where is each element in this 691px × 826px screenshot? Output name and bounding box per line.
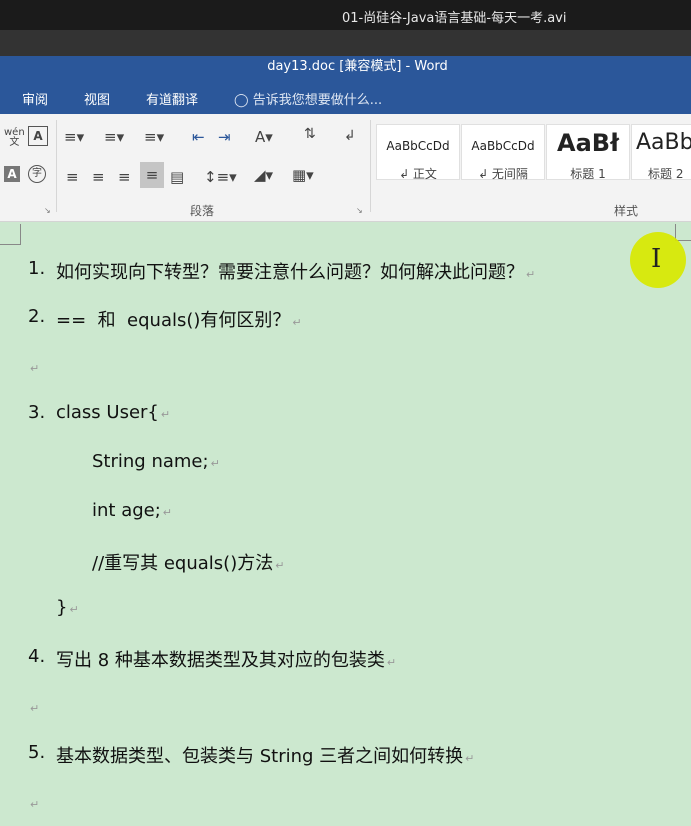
tab-view[interactable]: 视图 bbox=[84, 89, 110, 108]
lightbulb-icon: ◯ bbox=[234, 93, 249, 108]
phonetic-guide-button[interactable]: wén 文 bbox=[4, 128, 25, 148]
character-shading-icon[interactable]: A bbox=[4, 166, 20, 182]
document-title: day13.doc [兼容模式] - Word bbox=[267, 59, 448, 74]
align-left-icon[interactable]: ≡ bbox=[66, 168, 79, 186]
show-marks-icon[interactable]: ↲ bbox=[344, 128, 356, 144]
character-border-icon[interactable]: A bbox=[28, 126, 48, 146]
style-name: 标题 1 bbox=[570, 167, 606, 180]
ribbon-tabs: 审阅 视图 有道翻译 ◯ 告诉我您想要做什么... bbox=[0, 80, 691, 114]
line-spacing-icon[interactable]: ↕≡▾ bbox=[204, 168, 237, 186]
document-page[interactable]: 1. 如何实现向下转型？需要注意什么问题？如何解决此问题？ ↵ 2. == 和 equ… bbox=[0, 222, 691, 826]
ibeam-cursor-icon: I bbox=[651, 244, 662, 274]
bullets-icon[interactable]: ≡▾ bbox=[64, 128, 84, 146]
numbering-icon[interactable]: ≡▾ bbox=[104, 128, 124, 146]
group-separator bbox=[56, 120, 57, 212]
multilevel-list-icon[interactable]: ≡▾ bbox=[144, 128, 164, 146]
video-title: 01-尚硅谷-Java语言基础-每天一考.avi bbox=[342, 11, 567, 26]
doc-line: 3. class User{↵ bbox=[28, 402, 171, 423]
style-preview: AaBł bbox=[557, 129, 619, 157]
paragraph-dialog-launcher-icon[interactable]: ↘ bbox=[356, 206, 363, 215]
style-name: ↲ 无间隔 bbox=[478, 167, 528, 181]
shading-icon[interactable]: ◢▾ bbox=[254, 166, 273, 184]
style-preview: AaBb bbox=[636, 130, 691, 155]
chinese-layout-icon[interactable]: A▾ bbox=[255, 128, 273, 146]
distributed-icon[interactable]: ▤ bbox=[170, 168, 184, 186]
sort-icon[interactable]: ⇅ bbox=[304, 126, 316, 142]
style-name: 标题 2 bbox=[648, 167, 684, 180]
word-title-bar: day13.doc [兼容模式] - Word bbox=[0, 56, 691, 80]
tell-me-placeholder: 告诉我您想要做什么... bbox=[252, 93, 383, 108]
style-preview: AaBbCcDd bbox=[471, 139, 535, 153]
align-right-icon[interactable]: ≡ bbox=[118, 168, 131, 186]
group-separator bbox=[370, 120, 371, 212]
tab-review[interactable]: 审阅 bbox=[22, 89, 48, 108]
style-heading-2[interactable]: AaBb 标题 2 bbox=[631, 124, 691, 180]
doc-line-empty: ↵ bbox=[30, 798, 40, 811]
mouse-cursor-highlight: I bbox=[630, 232, 686, 288]
styles-group-label: 样式 bbox=[614, 204, 639, 218]
borders-icon[interactable]: ▦▾ bbox=[292, 166, 314, 184]
doc-line: String name; ↵ bbox=[92, 451, 220, 472]
decrease-indent-icon[interactable]: ⇤ bbox=[192, 128, 205, 146]
video-title-bar: 01-尚硅谷-Java语言基础-每天一考.avi bbox=[0, 0, 691, 30]
style-heading-1[interactable]: AaBł 标题 1 bbox=[546, 124, 630, 180]
margin-corner-mark bbox=[675, 224, 691, 241]
doc-line: 2. == 和 equals()有何区别？ ↵ bbox=[28, 306, 302, 331]
doc-line: 1. 如何实现向下转型？需要注意什么问题？如何解决此问题？ ↵ bbox=[28, 258, 536, 283]
doc-line-empty: ↵ bbox=[30, 362, 40, 375]
font-dialog-launcher-icon[interactable]: ↘ bbox=[44, 206, 51, 215]
tell-me-box[interactable]: ◯ 告诉我您想要做什么... bbox=[234, 89, 382, 108]
doc-line: } ↵ bbox=[56, 597, 79, 618]
style-no-spacing[interactable]: AaBbCcDd ↲ 无间隔 bbox=[461, 124, 545, 181]
enclose-characters-icon[interactable]: 字 bbox=[28, 165, 46, 183]
doc-line: int age; ↵ bbox=[92, 500, 173, 521]
tab-youdao-translate[interactable]: 有道翻译 bbox=[146, 89, 198, 108]
justify-icon[interactable]: ≡ bbox=[140, 162, 164, 188]
doc-line: 5. 基本数据类型、包装类与 String 三者之间如何转换 ↵ bbox=[28, 742, 475, 767]
ribbon: wén 文 A A 字 ↘ ≡▾ ≡▾ ≡▾ ⇤ ⇥ A▾ ⇅ ↲ ≡ ≡ ≡ … bbox=[0, 114, 691, 222]
increase-indent-icon[interactable]: ⇥ bbox=[218, 128, 231, 146]
align-center-icon[interactable]: ≡ bbox=[92, 168, 105, 186]
doc-line-empty: ↵ bbox=[30, 702, 40, 715]
doc-line: 4. 写出 8 种基本数据类型及其对应的包装类 ↵ bbox=[28, 646, 397, 671]
style-normal[interactable]: AaBbCcDd ↲ 正文 bbox=[376, 124, 460, 181]
margin-corner-mark bbox=[0, 224, 21, 245]
doc-line: //重写其 equals()方法 ↵ bbox=[92, 553, 285, 574]
style-preview: AaBbCcDd bbox=[386, 139, 450, 153]
window-chrome-strip bbox=[0, 30, 691, 56]
paragraph-group-label: 段落 bbox=[190, 204, 215, 218]
style-name: ↲ 正文 bbox=[399, 167, 437, 181]
